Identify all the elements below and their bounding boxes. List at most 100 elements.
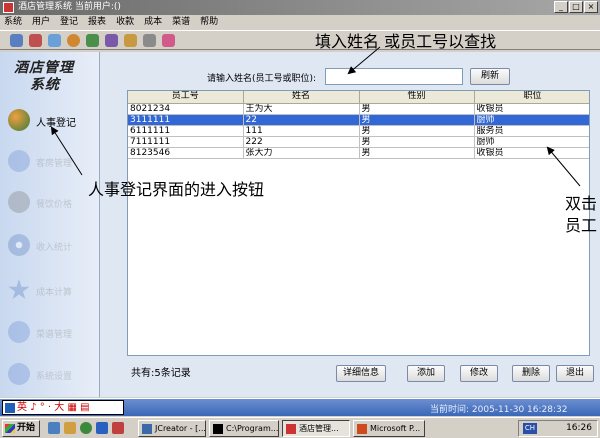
menu-user[interactable]: 用户 [32, 15, 50, 29]
menu-report[interactable]: 报表 [88, 15, 106, 29]
quicklaunch-desktop-icon[interactable] [48, 422, 60, 434]
edit-button[interactable]: 修改 [460, 365, 498, 382]
tool-1-icon[interactable] [10, 33, 23, 47]
cell: 收银员 [474, 103, 589, 115]
menu-cost[interactable]: 成本 [144, 15, 162, 29]
disc-icon [8, 234, 30, 256]
minimize-button[interactable]: _ [554, 1, 568, 13]
exit-button[interactable]: 退出 [556, 365, 594, 382]
jcreator-icon [142, 424, 152, 434]
dblclick-hint-annotation-2: 员工 [565, 216, 598, 235]
entry-hint-annotation: 人事登记界面的进入按钮 [88, 180, 265, 199]
info-icon [8, 363, 30, 385]
star-icon [8, 279, 30, 300]
app-icon [3, 2, 14, 13]
cell: 8123546 [128, 147, 244, 159]
task-powerpoint[interactable]: Microsoft P... [353, 420, 425, 437]
hotel-app-icon [286, 424, 296, 434]
ime-icon [5, 403, 15, 413]
task-jcreator[interactable]: JCreator - [... [138, 420, 206, 437]
start-button[interactable]: 开始 [2, 420, 40, 437]
quicklaunch-app2-icon[interactable] [112, 422, 124, 434]
cell: 8021234 [128, 103, 244, 115]
clock[interactable]: 16:26 [566, 423, 592, 433]
taskbar: 开始 JCreator - [... C:\Program... 酒店管理...… [0, 417, 600, 438]
status-time: 当前时间: 2005-11-30 16:28:32 [430, 405, 568, 415]
app-logo: 酒店管理 系统 [14, 60, 74, 93]
play-icon [8, 321, 30, 343]
cell: 王为大 [243, 103, 360, 115]
table-row[interactable]: 6111111 111 男 服务员 [128, 125, 589, 137]
search-input[interactable] [325, 68, 463, 85]
cell: 3111111 [128, 114, 244, 126]
tool-8-icon[interactable] [143, 33, 156, 47]
employee-table[interactable]: 员工号 姓名 性别 职位 8021234 王为大 男 收银员 3111111 2… [127, 90, 590, 356]
sidebar-item-recipe[interactable]: 菜谱管理 [6, 319, 98, 345]
cell: 服务员 [474, 125, 589, 137]
cell: 22 [243, 114, 360, 126]
maximize-button[interactable]: □ [569, 1, 583, 13]
col-header-id[interactable]: 员工号 [128, 91, 244, 104]
cell: 张大力 [243, 147, 360, 159]
cell: 111 [243, 125, 360, 137]
col-header-position[interactable]: 职位 [474, 91, 589, 104]
menu-register[interactable]: 登记 [60, 15, 78, 29]
console-icon [213, 424, 223, 434]
search-hint-annotation: 填入姓名 或员工号以查找 [315, 32, 497, 51]
sidebar-item-settings[interactable]: 系统设置 [6, 361, 98, 387]
tool-7-icon[interactable] [124, 33, 137, 47]
dining-icon [8, 191, 30, 213]
sidebar-item-rooms[interactable]: 客房管理 [6, 148, 98, 174]
quicklaunch-ie-icon[interactable] [96, 422, 108, 434]
sidebar-item-dining[interactable]: 餐饮价格 [6, 189, 98, 215]
windows-flag-icon [5, 424, 15, 433]
menu-system[interactable]: 系统 [4, 15, 22, 29]
menu-payment[interactable]: 收款 [116, 15, 134, 29]
close-button[interactable]: × [584, 1, 598, 13]
cell: 男 [359, 125, 475, 137]
input-language-indicator[interactable]: CH [523, 423, 537, 434]
cell: 收银员 [474, 147, 589, 159]
task-hotel-app[interactable]: 酒店管理... [282, 420, 350, 437]
delete-button[interactable]: 删除 [512, 365, 550, 382]
ime-bar[interactable]: 英 ♪ ° · 大 ▦ ▤ [2, 400, 124, 415]
quicklaunch-folder-icon[interactable] [64, 422, 76, 434]
cell: 男 [359, 114, 475, 126]
cell: 222 [243, 136, 360, 148]
table-row[interactable]: 8021234 王为大 男 收银员 [128, 103, 589, 115]
sidebar-item-personnel[interactable]: 人事登记 [6, 107, 98, 133]
statusbar: 英 ♪ ° · 大 ▦ ▤ 当前时间: 2005-11-30 16:28:32 [0, 398, 600, 416]
cell: 男 [359, 147, 475, 159]
people-icon [8, 109, 30, 131]
cell: 厨师 [474, 136, 589, 148]
tool-2-icon[interactable] [29, 33, 42, 47]
table-row-selected[interactable]: 3111111 22 男 厨师 [128, 114, 589, 126]
cell: 6111111 [128, 125, 244, 137]
dblclick-hint-annotation-1: 双击 [565, 194, 598, 213]
system-tray: CH 16:26 [518, 420, 598, 437]
tool-4-icon[interactable] [67, 33, 80, 47]
add-button[interactable]: 添加 [407, 365, 445, 382]
sidebar-item-cost[interactable]: 成本计算 [6, 277, 98, 303]
col-header-gender[interactable]: 性别 [359, 91, 475, 104]
tool-5-icon[interactable] [86, 33, 99, 47]
refresh-button[interactable]: 刷新 [470, 68, 510, 85]
cell: 7111111 [128, 136, 244, 148]
tool-3-icon[interactable] [48, 33, 61, 47]
search-label: 请输入姓名(员工号或职位): [207, 74, 317, 84]
menu-help[interactable]: 帮助 [200, 15, 218, 29]
table-row[interactable]: 8123546 张大力 男 收银员 [128, 147, 589, 159]
tool-6-icon[interactable] [105, 33, 118, 47]
toolbar [0, 30, 600, 50]
col-header-name[interactable]: 姓名 [243, 91, 360, 104]
record-count: 共有:5条记录 [131, 368, 191, 379]
table-row[interactable]: 7111111 222 男 厨师 [128, 136, 589, 148]
tool-9-icon[interactable] [162, 33, 175, 47]
powerpoint-icon [357, 424, 367, 434]
quicklaunch-app-icon[interactable] [80, 422, 92, 434]
cell: 男 [359, 136, 475, 148]
task-cmd[interactable]: C:\Program... [209, 420, 279, 437]
details-button[interactable]: 详细信息 [336, 365, 386, 382]
menu-recipe[interactable]: 菜谱 [172, 15, 190, 29]
sidebar-item-stats[interactable]: 收入统计 [6, 232, 98, 258]
